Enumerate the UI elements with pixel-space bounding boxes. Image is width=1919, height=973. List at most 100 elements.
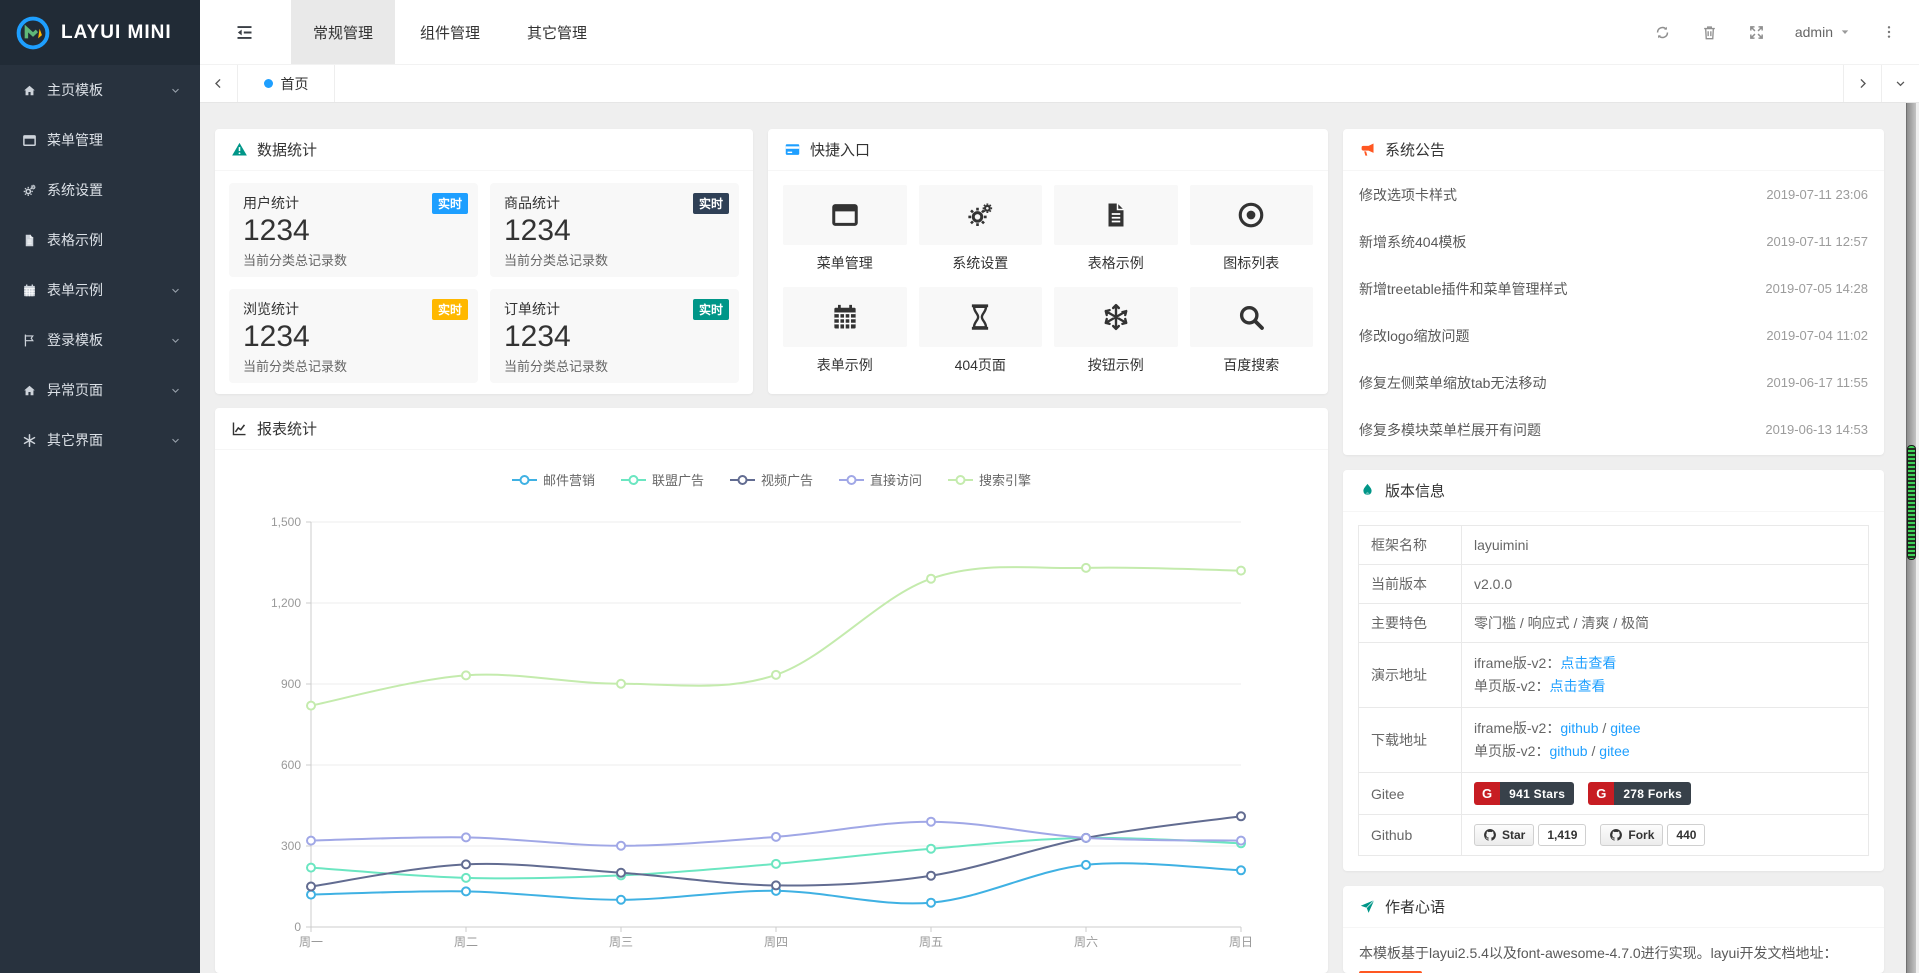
quick-entry-0[interactable]: 菜单管理 <box>783 185 907 273</box>
stat-value: 1234 <box>243 320 464 354</box>
quick-entry-5[interactable]: 404页面 <box>919 287 1043 375</box>
tabs-scroll-left-button[interactable] <box>200 65 238 102</box>
flag-icon <box>22 333 47 348</box>
version-row-value: iframe版-v2：github / gitee单页版-v2：github /… <box>1462 708 1869 773</box>
nav-tab-1[interactable]: 组件管理 <box>398 0 502 64</box>
version-row-1: 当前版本v2.0.0 <box>1359 565 1869 604</box>
announcement-item-2[interactable]: 新增treetable插件和菜单管理样式2019-07-05 14:28 <box>1359 265 1868 312</box>
nav-tab-0[interactable]: 常规管理 <box>291 0 395 64</box>
legend-item-0[interactable]: 邮件营销 <box>512 470 595 489</box>
clear-cache-button[interactable] <box>1701 24 1718 41</box>
announcement-item-4[interactable]: 修复左侧菜单缩放tab无法移动2019-06-17 11:55 <box>1359 359 1868 406</box>
sidebar-item-4[interactable]: 表单示例 <box>0 265 200 315</box>
legend-label: 视频广告 <box>761 470 813 489</box>
more-options-button[interactable] <box>1881 24 1897 40</box>
sidebar-item-label: 菜单管理 <box>47 130 182 150</box>
quick-entry-4[interactable]: 表单示例 <box>783 287 907 375</box>
quick-entry-tile[interactable] <box>783 185 907 245</box>
stat-label: 用户统计 <box>243 193 464 213</box>
quick-entry-7[interactable]: 百度搜索 <box>1190 287 1314 375</box>
link-点击查看[interactable]: 点击查看 <box>1549 678 1605 694</box>
gitee-logo-icon: G <box>1474 782 1500 805</box>
version-info-card: 版本信息 框架名称layuimini当前版本v2.0.0主要特色零门槛 / 响应… <box>1343 470 1884 871</box>
gitee-badge[interactable]: G278 Forks <box>1588 782 1691 805</box>
sidebar-item-2[interactable]: 系统设置 <box>0 165 200 215</box>
link-github[interactable]: github <box>1549 743 1587 759</box>
tabs-scroll-right-button[interactable] <box>1843 65 1881 102</box>
trash-icon <box>1701 24 1718 41</box>
stat-label: 商品统计 <box>504 193 725 213</box>
quick-entry-label: 图标列表 <box>1190 253 1314 273</box>
announcement-item-3[interactable]: 修改logo缩放问题2019-07-04 11:02 <box>1359 312 1868 359</box>
quick-entry-2[interactable]: 表格示例 <box>1054 185 1178 273</box>
legend-label: 搜索引擎 <box>979 470 1031 489</box>
fullscreen-button[interactable] <box>1748 24 1765 41</box>
realtime-badge: 实时 <box>432 299 468 320</box>
version-row-label: 下载地址 <box>1359 708 1462 773</box>
hourglass-icon <box>965 302 995 332</box>
announcement-item-0[interactable]: 修改选项卡样式2019-07-11 23:06 <box>1359 171 1868 218</box>
bullhorn-icon <box>1359 141 1376 158</box>
app-logo[interactable]: LAYUI MINI <box>0 0 200 65</box>
link-gitee[interactable]: gitee <box>1599 743 1629 759</box>
quick-entry-tile[interactable] <box>1190 185 1314 245</box>
svg-text:600: 600 <box>281 758 301 772</box>
version-row-label: 当前版本 <box>1359 565 1462 604</box>
sidebar-item-1[interactable]: 菜单管理 <box>0 115 200 165</box>
quick-entry-tile[interactable] <box>919 185 1043 245</box>
quick-entry-1[interactable]: 系统设置 <box>919 185 1043 273</box>
sidebar-item-5[interactable]: 登录模板 <box>0 315 200 365</box>
svg-text:周二: 周二 <box>454 935 478 949</box>
quick-entry-tile[interactable] <box>783 287 907 347</box>
refresh-button[interactable] <box>1654 24 1671 41</box>
announcement-item-1[interactable]: 新增系统404模板2019-07-11 12:57 <box>1359 218 1868 265</box>
stat-desc: 当前分类总记录数 <box>504 356 725 375</box>
active-tab-dot-icon <box>264 79 273 88</box>
gitee-badge[interactable]: G941 Stars <box>1474 782 1574 805</box>
stat-value: 1234 <box>504 320 725 354</box>
asterisk-icon <box>22 433 47 448</box>
legend-item-3[interactable]: 直接访问 <box>839 470 922 489</box>
chevron-left-icon <box>211 76 226 91</box>
announcement-item-5[interactable]: 修复多模块菜单栏展开有问题2019-06-13 14:53 <box>1359 406 1868 453</box>
sidebar-collapse-button[interactable] <box>200 0 291 64</box>
github-fork-button[interactable]: Fork <box>1600 824 1663 846</box>
github-star-count[interactable]: 1,419 <box>1538 824 1586 846</box>
right-column: 系统公告 修改选项卡样式2019-07-11 23:06新增系统404模板201… <box>1343 129 1884 973</box>
window-icon <box>830 200 860 230</box>
link-gitee[interactable]: gitee <box>1610 720 1640 736</box>
tab-home[interactable]: 首页 <box>238 65 335 102</box>
link-点击查看[interactable]: 点击查看 <box>1560 655 1616 671</box>
version-row-value: Star1,419 Fork440 <box>1462 815 1869 856</box>
author-title: 作者心语 <box>1385 896 1445 917</box>
tabs-menu-button[interactable] <box>1881 65 1919 102</box>
quick-entry-3[interactable]: 图标列表 <box>1190 185 1314 273</box>
stat-desc: 当前分类总记录数 <box>504 250 725 269</box>
quick-entry-6[interactable]: 按钮示例 <box>1054 287 1178 375</box>
quick-entry-tile[interactable] <box>1190 287 1314 347</box>
sidebar-item-3[interactable]: 表格示例 <box>0 215 200 265</box>
window-scrollbar[interactable] <box>1906 103 1916 973</box>
legend-item-2[interactable]: 视频广告 <box>730 470 813 489</box>
sidebar-item-label: 表单示例 <box>47 280 169 300</box>
sidebar-item-6[interactable]: 异常页面 <box>0 365 200 415</box>
gears-icon <box>965 200 995 230</box>
quick-entry-tile[interactable] <box>1054 287 1178 347</box>
link-github[interactable]: github <box>1560 720 1598 736</box>
github-star-button[interactable]: Star <box>1474 824 1534 846</box>
quick-entry-tile[interactable] <box>919 287 1043 347</box>
github-icon <box>1609 828 1623 842</box>
user-dropdown[interactable]: admin <box>1795 24 1851 40</box>
nav-tab-2[interactable]: 其它管理 <box>505 0 609 64</box>
announcement-text: 修复多模块菜单栏展开有问题 <box>1359 420 1541 440</box>
legend-item-1[interactable]: 联盟广告 <box>621 470 704 489</box>
quick-entry-tile[interactable] <box>1054 185 1178 245</box>
version-row-0: 框架名称layuimini <box>1359 526 1869 565</box>
legend-item-4[interactable]: 搜索引擎 <box>948 470 1031 489</box>
scrollbar-thumb[interactable] <box>1907 445 1916 560</box>
sidebar-item-7[interactable]: 其它界面 <box>0 415 200 465</box>
github-fork-count[interactable]: 440 <box>1667 824 1705 846</box>
sidebar-item-0[interactable]: 主页模板 <box>0 65 200 115</box>
version-row-value: 零门槛 / 响应式 / 清爽 / 极简 <box>1462 604 1869 643</box>
layui-mini-logo-icon <box>15 15 51 51</box>
